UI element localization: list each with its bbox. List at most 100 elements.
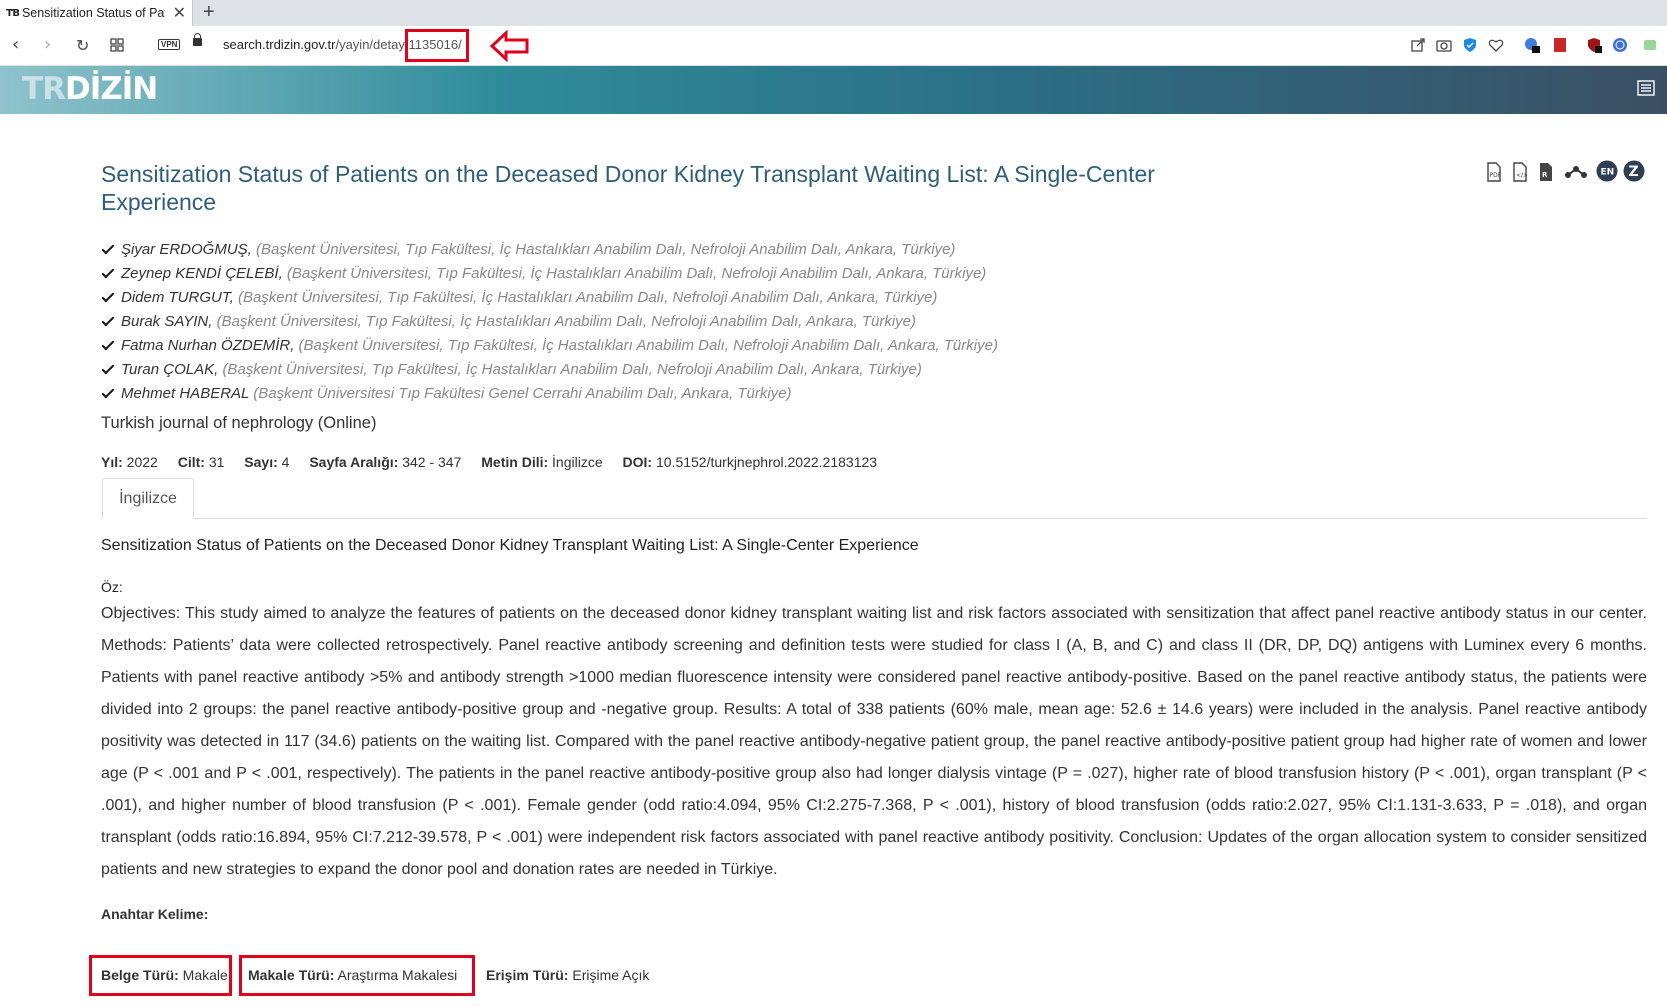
export-actions: PDF </> R EN Z bbox=[1486, 160, 1646, 184]
author-name[interactable]: Şiyar ERDOĞMUŞ, bbox=[121, 241, 252, 258]
heart-icon[interactable] bbox=[1488, 37, 1504, 53]
author-affiliation: (Başkent Üniversitesi, Tıp Fakültesi, İç… bbox=[237, 289, 938, 306]
article-type-label: Makale Türü: bbox=[248, 967, 335, 983]
doi-value[interactable]: 10.5152/turkjnephrol.2022.2183123 bbox=[656, 454, 877, 470]
svg-text:</>: </> bbox=[1516, 172, 1528, 179]
doc-type-value: Makale bbox=[182, 967, 228, 983]
author-item: Didem TURGUT, (Başkent Üniversitesi, Tıp… bbox=[101, 286, 998, 310]
checkmark-icon bbox=[101, 385, 115, 399]
svg-text:PDF: PDF bbox=[1490, 172, 1502, 179]
browser-tab-bar: TƁ Sensitization Status of Patie ✕ + bbox=[0, 0, 1667, 26]
camera-icon[interactable] bbox=[1436, 37, 1452, 53]
author-name[interactable]: Fatma Nurhan ÖZDEMİR, bbox=[121, 337, 294, 354]
lock-icon[interactable] bbox=[193, 33, 202, 46]
browser-tab[interactable]: TƁ Sensitization Status of Patie ✕ bbox=[0, 0, 193, 26]
author-name[interactable]: Mehmet HABERAL bbox=[121, 385, 249, 402]
year-label: Yıl: bbox=[101, 454, 123, 470]
extension-badge-icon[interactable] bbox=[1524, 37, 1540, 53]
green-extension-icon[interactable] bbox=[1642, 37, 1658, 53]
author-name[interactable]: Turan ÇOLAK, bbox=[121, 361, 218, 378]
svg-text:Z: Z bbox=[1629, 164, 1639, 180]
keywords-label: Anahtar Kelime: bbox=[101, 906, 209, 922]
checkmark-icon bbox=[101, 241, 115, 255]
volume-label: Cilt: bbox=[177, 454, 205, 470]
abstract-title: Sensitization Status of Patients on the … bbox=[101, 537, 919, 554]
doc-type-label: Belge Türü: bbox=[101, 967, 179, 983]
tab-title: Sensitization Status of Patie bbox=[21, 6, 165, 20]
zotero-icon[interactable]: Z bbox=[1623, 160, 1645, 182]
checkmark-icon bbox=[101, 313, 115, 327]
checkmark-icon bbox=[101, 337, 115, 351]
language-value: İngilizce bbox=[552, 454, 603, 470]
pages-label: Sayfa Aralığı: bbox=[309, 454, 399, 470]
ris-icon[interactable]: R bbox=[1538, 162, 1554, 182]
close-tab-icon[interactable]: ✕ bbox=[173, 3, 186, 23]
checkmark-icon bbox=[101, 289, 115, 303]
article-type: Makale Türü: Araştırma Makalesi bbox=[248, 967, 457, 983]
svg-text:R: R bbox=[1542, 171, 1548, 179]
abstract-text: Objectives: This study aimed to analyze … bbox=[101, 605, 1647, 878]
issue-label: Sayı: bbox=[244, 454, 278, 470]
author-name[interactable]: Didem TURGUT, bbox=[121, 289, 234, 306]
author-item: Şiyar ERDOĞMUŞ, (Başkent Üniversitesi, T… bbox=[101, 238, 998, 262]
abstract-label: Öz: bbox=[101, 579, 123, 595]
volume-value: 31 bbox=[208, 454, 225, 470]
author-affiliation: (Başkent Üniversitesi, Tıp Fakültesi, İç… bbox=[222, 361, 922, 378]
author-affiliation: (Başkent Üniversitesi, Tıp Fakültesi, İç… bbox=[286, 265, 987, 282]
site-header: TRDİZİN bbox=[0, 66, 1667, 114]
pages-value: 342 - 347 bbox=[402, 454, 462, 470]
forward-icon[interactable]: › bbox=[44, 34, 51, 55]
article-title: Sensitization Status of Patients on the … bbox=[101, 161, 1155, 215]
author-name[interactable]: Burak SAYIN, bbox=[121, 313, 212, 330]
publication-meta: Yıl: 2022 Cilt: 31 Sayı: 4 Sayfa Aralığı… bbox=[101, 454, 893, 470]
checkmark-icon bbox=[101, 361, 115, 375]
new-tab-icon[interactable]: + bbox=[203, 1, 215, 24]
svg-text:EN: EN bbox=[1601, 168, 1615, 178]
doi-label: DOI: bbox=[622, 454, 653, 470]
journal-name[interactable]: Turkish journal of nephrology (Online) bbox=[101, 414, 376, 433]
author-item: Turan ÇOLAK, (Başkent Üniversitesi, Tıp … bbox=[101, 358, 998, 382]
tab-english[interactable]: İngilizce bbox=[102, 478, 194, 519]
author-affiliation: (Başkent Üniversitesi, Tıp Fakültesi, İç… bbox=[298, 337, 998, 354]
author-item: Fatma Nurhan ÖZDEMİR, (Başkent Üniversit… bbox=[101, 334, 998, 358]
author-name[interactable]: Zeynep KENDİ ÇELEBİ, bbox=[121, 265, 283, 282]
red-book-icon[interactable] bbox=[1552, 37, 1568, 53]
menu-list-icon[interactable] bbox=[1637, 80, 1655, 96]
adblock-icon[interactable] bbox=[1586, 37, 1602, 53]
reload-icon[interactable]: ↻ bbox=[76, 36, 89, 55]
author-item: Zeynep KENDİ ÇELEBİ, (Başkent Üniversite… bbox=[101, 262, 998, 286]
doc-type: Belge Türü: Makale bbox=[101, 967, 228, 983]
url-domain: search.trdizin.gov.tr bbox=[223, 37, 336, 52]
language-label: Metin Dili: bbox=[481, 454, 549, 470]
author-list: Şiyar ERDOĞMUŞ, (Başkent Üniversitesi, T… bbox=[101, 238, 998, 406]
access-type-label: Erişim Türü: bbox=[486, 967, 569, 983]
year-value: 2022 bbox=[126, 454, 158, 470]
red-arrow-icon bbox=[490, 30, 529, 62]
article-type-value: Araştırma Makalesi bbox=[337, 967, 458, 983]
author-item: Burak SAYIN, (Başkent Üniversitesi, Tıp … bbox=[101, 310, 998, 334]
author-affiliation: (Başkent Üniversitesi Tıp Fakültesi Gene… bbox=[253, 385, 792, 402]
tabs-divider bbox=[101, 518, 1647, 519]
shield-check-icon[interactable] bbox=[1462, 37, 1478, 53]
browser-toolbar: ‹ › ↻ VPN search.trdizin.gov.tr/yayin/de… bbox=[0, 26, 1667, 66]
trdizin-logo[interactable]: TRDİZİN bbox=[22, 71, 158, 107]
vpn-badge[interactable]: VPN bbox=[158, 39, 181, 50]
xml-icon[interactable]: </> bbox=[1512, 162, 1528, 182]
checkmark-icon bbox=[101, 265, 115, 279]
back-icon[interactable]: ‹ bbox=[12, 34, 19, 55]
tab-grid-icon[interactable] bbox=[110, 38, 124, 52]
author-item: Mehmet HABERAL (Başkent Üniversitesi Tıp… bbox=[101, 382, 998, 406]
access-type: Erişim Türü: Erişime Açık bbox=[486, 967, 649, 983]
mendeley-icon[interactable] bbox=[1564, 164, 1588, 180]
url-path: /yayin/detay/ bbox=[335, 37, 409, 52]
globe-extension-icon[interactable] bbox=[1612, 37, 1628, 53]
share-icon[interactable] bbox=[1410, 37, 1426, 53]
pdf-icon[interactable]: PDF bbox=[1486, 162, 1502, 182]
favicon-icon: TƁ bbox=[6, 7, 20, 19]
url-id-highlight-box bbox=[405, 29, 469, 62]
author-affiliation: (Başkent Üniversitesi, Tıp Fakültesi, İç… bbox=[216, 313, 916, 330]
en-badge-icon[interactable]: EN bbox=[1596, 160, 1618, 182]
access-type-value: Erişime Açık bbox=[572, 967, 650, 983]
issue-value: 4 bbox=[281, 454, 290, 470]
author-affiliation: (Başkent Üniversitesi, Tıp Fakültesi, İç… bbox=[256, 241, 956, 258]
